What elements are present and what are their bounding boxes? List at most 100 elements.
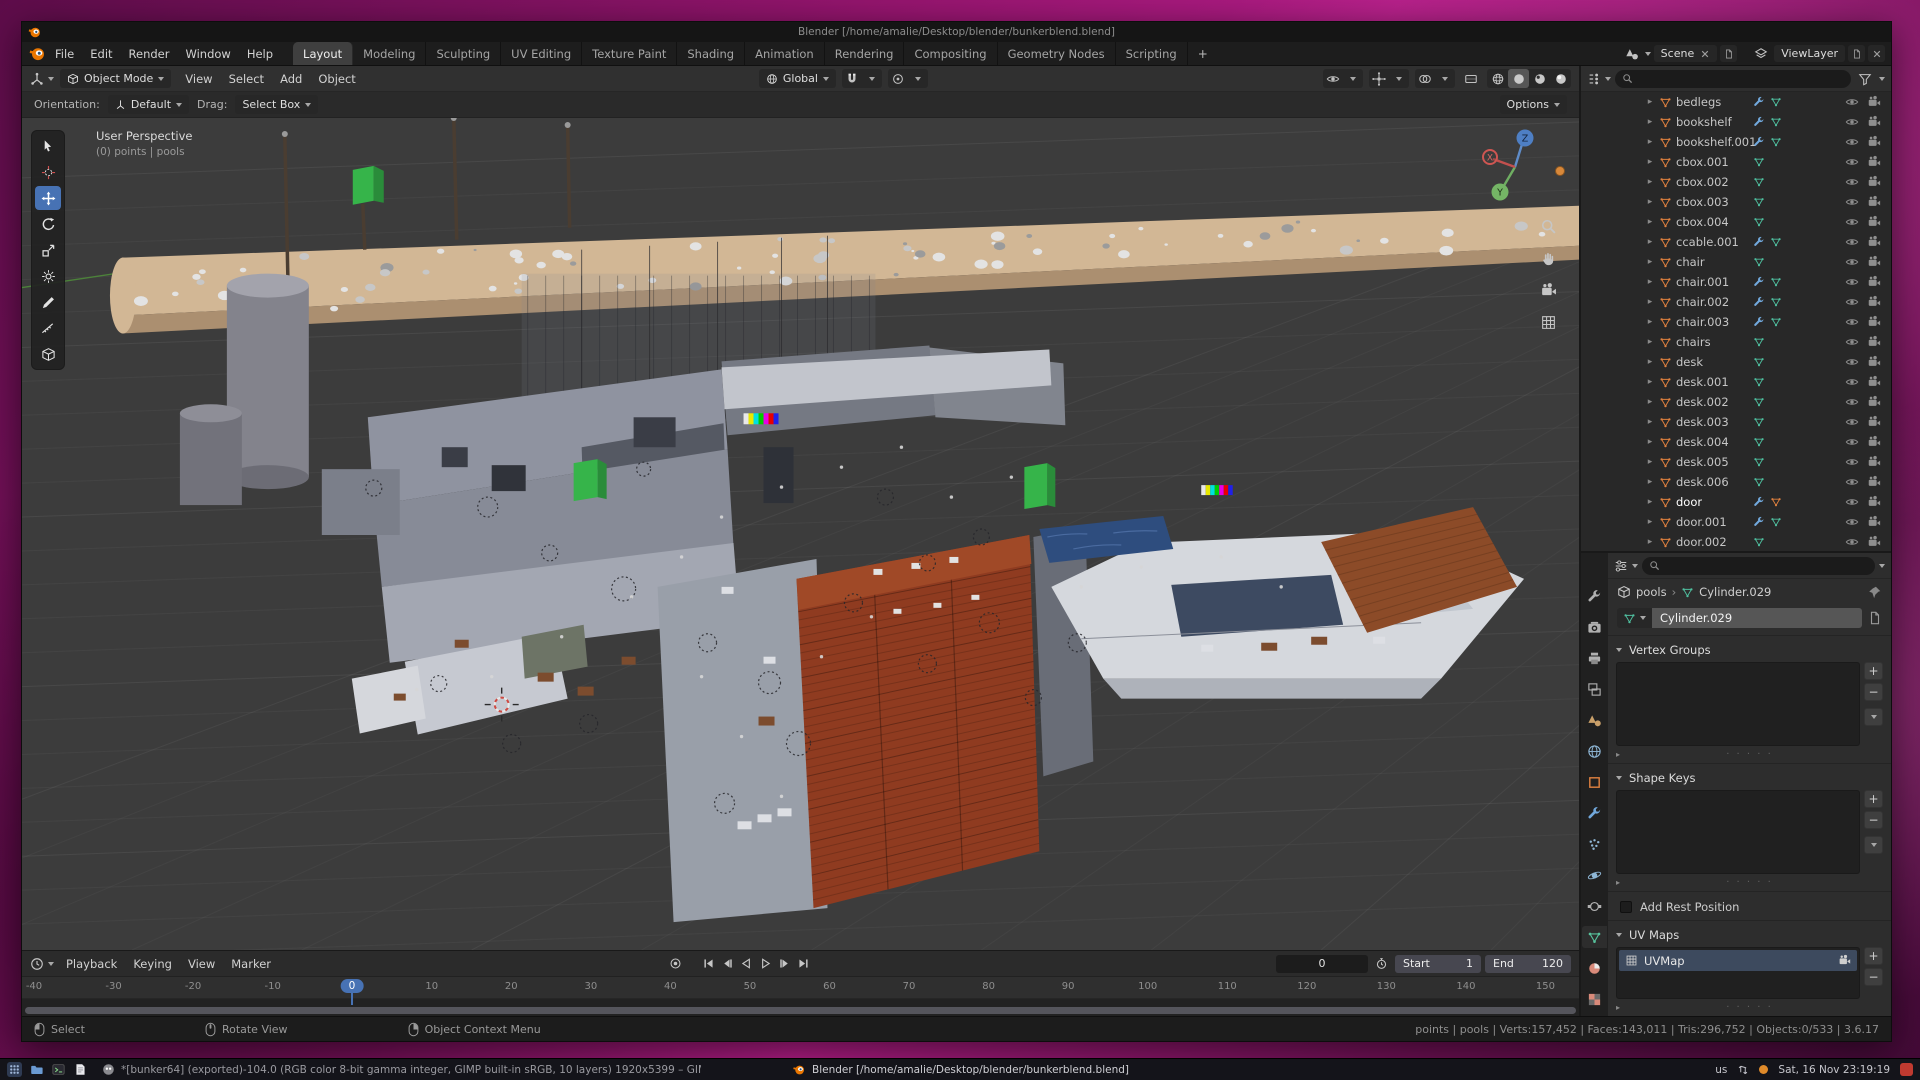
- hide-in-viewport-toggle[interactable]: [1845, 235, 1859, 249]
- properties-tab-view-layer[interactable]: [1582, 678, 1607, 700]
- expand-icon[interactable]: [1645, 157, 1655, 167]
- tray-indicator-icon[interactable]: [1759, 1065, 1768, 1074]
- timeline-scrollbar[interactable]: [25, 1007, 1576, 1014]
- frame-end-field[interactable]: End120: [1485, 955, 1571, 973]
- expand-icon[interactable]: [1645, 217, 1655, 227]
- disable-in-renders-toggle[interactable]: [1867, 115, 1881, 129]
- workspace-tab-texture-paint[interactable]: Texture Paint: [582, 42, 677, 65]
- disable-in-renders-toggle[interactable]: [1867, 355, 1881, 369]
- hide-in-viewport-toggle[interactable]: [1845, 95, 1859, 109]
- outliner-editor-button[interactable]: [1587, 72, 1611, 86]
- menu-playback[interactable]: Playback: [58, 952, 125, 976]
- options-dropdown[interactable]: Options: [1500, 95, 1567, 114]
- window-titlebar[interactable]: Blender [/home/amalie/Desktop/blender/bu…: [22, 22, 1891, 42]
- tool-move[interactable]: [35, 186, 61, 210]
- hide-in-viewport-toggle[interactable]: [1845, 255, 1859, 269]
- mode-dropdown[interactable]: Object Mode: [60, 69, 171, 88]
- remove-vertex-group-button[interactable]: −: [1864, 683, 1883, 701]
- expand-icon[interactable]: [1645, 457, 1655, 467]
- panel-collapse-icon[interactable]: [1616, 776, 1622, 780]
- terminal-icon[interactable]: [51, 1062, 66, 1077]
- object-name[interactable]: chair: [1676, 255, 1705, 269]
- object-name[interactable]: cbox.004: [1676, 215, 1729, 229]
- expand-icon[interactable]: [1645, 237, 1655, 247]
- workspace-tab-animation[interactable]: Animation: [745, 42, 825, 65]
- taskbar-gimp-task[interactable]: *[bunker64] (exported)-104.0 (RGB color …: [101, 1062, 701, 1077]
- timeline-tracks[interactable]: [22, 999, 1579, 1016]
- hide-in-viewport-toggle[interactable]: [1845, 415, 1859, 429]
- panel-collapse-icon[interactable]: [1616, 648, 1622, 652]
- object-name[interactable]: chairs: [1676, 335, 1711, 349]
- subpanel-expand-icon[interactable]: [1616, 878, 1620, 887]
- orientation-dropdown[interactable]: Global: [759, 69, 836, 88]
- fake-user-icon[interactable]: [1868, 611, 1882, 625]
- tool-scale[interactable]: [35, 238, 61, 262]
- expand-icon[interactable]: [1645, 197, 1655, 207]
- editor-type-button[interactable]: [30, 72, 54, 86]
- tool-cursor[interactable]: [35, 160, 61, 184]
- tool-measure[interactable]: [35, 316, 61, 340]
- properties-search[interactable]: [1642, 557, 1875, 575]
- expand-icon[interactable]: [1645, 497, 1655, 507]
- object-name[interactable]: cbox.002: [1676, 175, 1729, 189]
- outliner-row[interactable]: chair.003: [1581, 312, 1891, 332]
- hide-in-viewport-toggle[interactable]: [1845, 495, 1859, 509]
- blender-app-menu-icon[interactable]: [28, 45, 45, 62]
- drag-dropdown[interactable]: Select Box: [235, 95, 318, 114]
- expand-icon[interactable]: [1645, 297, 1655, 307]
- object-name[interactable]: chair.003: [1676, 315, 1729, 329]
- disable-in-renders-toggle[interactable]: [1867, 235, 1881, 249]
- chevron-down-icon[interactable]: [1645, 52, 1651, 56]
- outliner-row[interactable]: door.001: [1581, 512, 1891, 532]
- object-name[interactable]: desk.006: [1676, 475, 1729, 489]
- object-name[interactable]: desk.005: [1676, 455, 1729, 469]
- playhead[interactable]: [351, 993, 353, 1005]
- outliner-row[interactable]: chair: [1581, 252, 1891, 272]
- outliner-row[interactable]: desk.001: [1581, 372, 1891, 392]
- outliner-row[interactable]: cbox.002: [1581, 172, 1891, 192]
- properties-tab-object-data[interactable]: [1582, 926, 1607, 948]
- workspace-tab-scripting[interactable]: Scripting: [1116, 42, 1188, 65]
- shading-material-button[interactable]: [1529, 69, 1550, 88]
- disable-in-renders-toggle[interactable]: [1867, 315, 1881, 329]
- pin-icon[interactable]: [1868, 585, 1882, 599]
- outliner-row[interactable]: cbox.001: [1581, 152, 1891, 172]
- object-name[interactable]: ccable.001: [1676, 235, 1739, 249]
- hide-in-viewport-toggle[interactable]: [1845, 455, 1859, 469]
- browse-scene-button[interactable]: [1622, 44, 1642, 63]
- gizmos-toggle[interactable]: [1369, 69, 1389, 88]
- object-types-dropdown[interactable]: [1343, 69, 1363, 88]
- panel-resize-grip[interactable]: [1726, 877, 1773, 888]
- disable-in-renders-toggle[interactable]: [1867, 135, 1881, 149]
- disable-in-renders-toggle[interactable]: [1867, 275, 1881, 289]
- timeline-editor-button[interactable]: [30, 957, 54, 971]
- current-frame-badge[interactable]: 0: [341, 979, 364, 993]
- hide-in-viewport-toggle[interactable]: [1845, 115, 1859, 129]
- orientation-default-dropdown[interactable]: Default: [108, 95, 189, 114]
- properties-tab-texture[interactable]: [1582, 988, 1607, 1010]
- object-name[interactable]: door.001: [1676, 515, 1727, 529]
- hide-in-viewport-toggle[interactable]: [1845, 335, 1859, 349]
- menu-object[interactable]: Object: [310, 67, 363, 91]
- panel-collapse-icon[interactable]: [1616, 933, 1622, 937]
- outliner-row[interactable]: chairs: [1581, 332, 1891, 352]
- hide-in-viewport-toggle[interactable]: [1845, 275, 1859, 289]
- navigation-gizmo[interactable]: Z Y X: [1477, 126, 1553, 202]
- outliner-row[interactable]: chair.002: [1581, 292, 1891, 312]
- disable-in-renders-toggle[interactable]: [1867, 395, 1881, 409]
- outliner-row[interactable]: bookshelf: [1581, 112, 1891, 132]
- disable-in-renders-toggle[interactable]: [1867, 455, 1881, 469]
- camera-view-icon[interactable]: [1540, 282, 1557, 299]
- disable-in-renders-toggle[interactable]: [1867, 175, 1881, 189]
- expand-icon[interactable]: [1645, 337, 1655, 347]
- hide-in-viewport-toggle[interactable]: [1845, 175, 1859, 189]
- add-workspace-button[interactable]: +: [1190, 47, 1216, 61]
- workspace-tab-compositing[interactable]: Compositing: [904, 42, 997, 65]
- files-icon[interactable]: [29, 1062, 44, 1077]
- remove-uv-map-button[interactable]: −: [1864, 968, 1883, 986]
- viewlayer-name-field[interactable]: ViewLayer: [1774, 45, 1845, 62]
- outliner-row[interactable]: desk.003: [1581, 412, 1891, 432]
- properties-tab-particles[interactable]: [1582, 833, 1607, 855]
- uv-maps-list[interactable]: UVMap: [1616, 947, 1860, 999]
- disable-in-renders-toggle[interactable]: [1867, 435, 1881, 449]
